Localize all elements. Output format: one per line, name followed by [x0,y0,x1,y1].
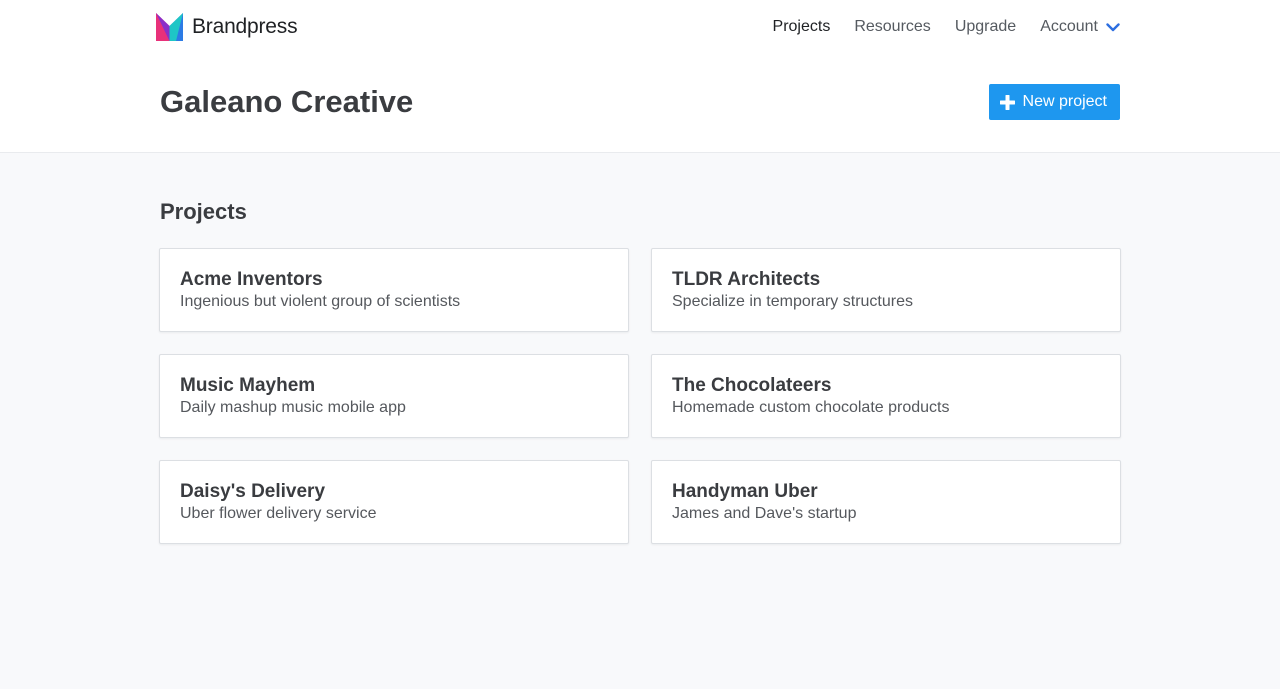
project-name: The Chocolateers [672,375,832,396]
chevron-down-icon [1106,22,1120,32]
brand-name: Brandpress [192,15,298,38]
project-name: Acme Inventors [180,269,323,290]
project-description: Daily mashup music mobile app [180,399,406,416]
new-project-button[interactable]: New project [988,84,1120,120]
project-description: Uber flower delivery service [180,505,377,522]
page-title: Galeano Creative [160,84,414,119]
nav-item-upgrade[interactable]: Upgrade [955,18,1016,36]
nav-item-account[interactable]: Account [1040,18,1120,36]
brand-home-link[interactable]: Brandpress [156,13,298,41]
project-description: Ingenious but violent group of scientist… [180,293,461,310]
project-card[interactable]: Acme Inventors Ingenious but violent gro… [159,248,629,332]
project-card[interactable]: The Chocolateers Homemade custom chocola… [651,354,1121,438]
project-card[interactable]: Handyman Uber James and Dave's startup [651,460,1121,544]
projects-grid: Acme Inventors Ingenious but violent gro… [159,248,1121,544]
nav-item-resources[interactable]: Resources [854,18,930,36]
account-label: Account [1040,18,1098,35]
project-card[interactable]: Daisy's Delivery Uber flower delivery se… [159,460,629,544]
project-name: Handyman Uber [672,481,818,502]
brandpress-logo-icon [156,13,183,41]
project-name: Daisy's Delivery [180,481,326,502]
project-name: TLDR Architects [672,269,821,290]
projects-section-title: Projects [160,199,247,224]
project-card[interactable]: Music Mayhem Daily mashup music mobile a… [159,354,629,438]
project-description: James and Dave's startup [672,505,857,522]
new-project-label: New project [1022,93,1107,110]
plus-icon [999,94,1015,110]
top-navigation-bar: Brandpress Projects Resources Upgrade Ac… [156,10,1120,44]
nav-item-projects[interactable]: Projects [773,18,831,36]
project-card[interactable]: TLDR Architects Specialize in temporary … [651,248,1121,332]
main-content: Projects Acme Inventors Ingenious but vi… [0,153,1280,544]
main-nav: Projects Resources Upgrade Account [773,18,1120,36]
project-description: Homemade custom chocolate products [672,399,950,416]
page-header: Brandpress Projects Resources Upgrade Ac… [0,0,1280,153]
project-name: Music Mayhem [180,375,316,396]
project-description: Specialize in temporary structures [672,293,913,310]
